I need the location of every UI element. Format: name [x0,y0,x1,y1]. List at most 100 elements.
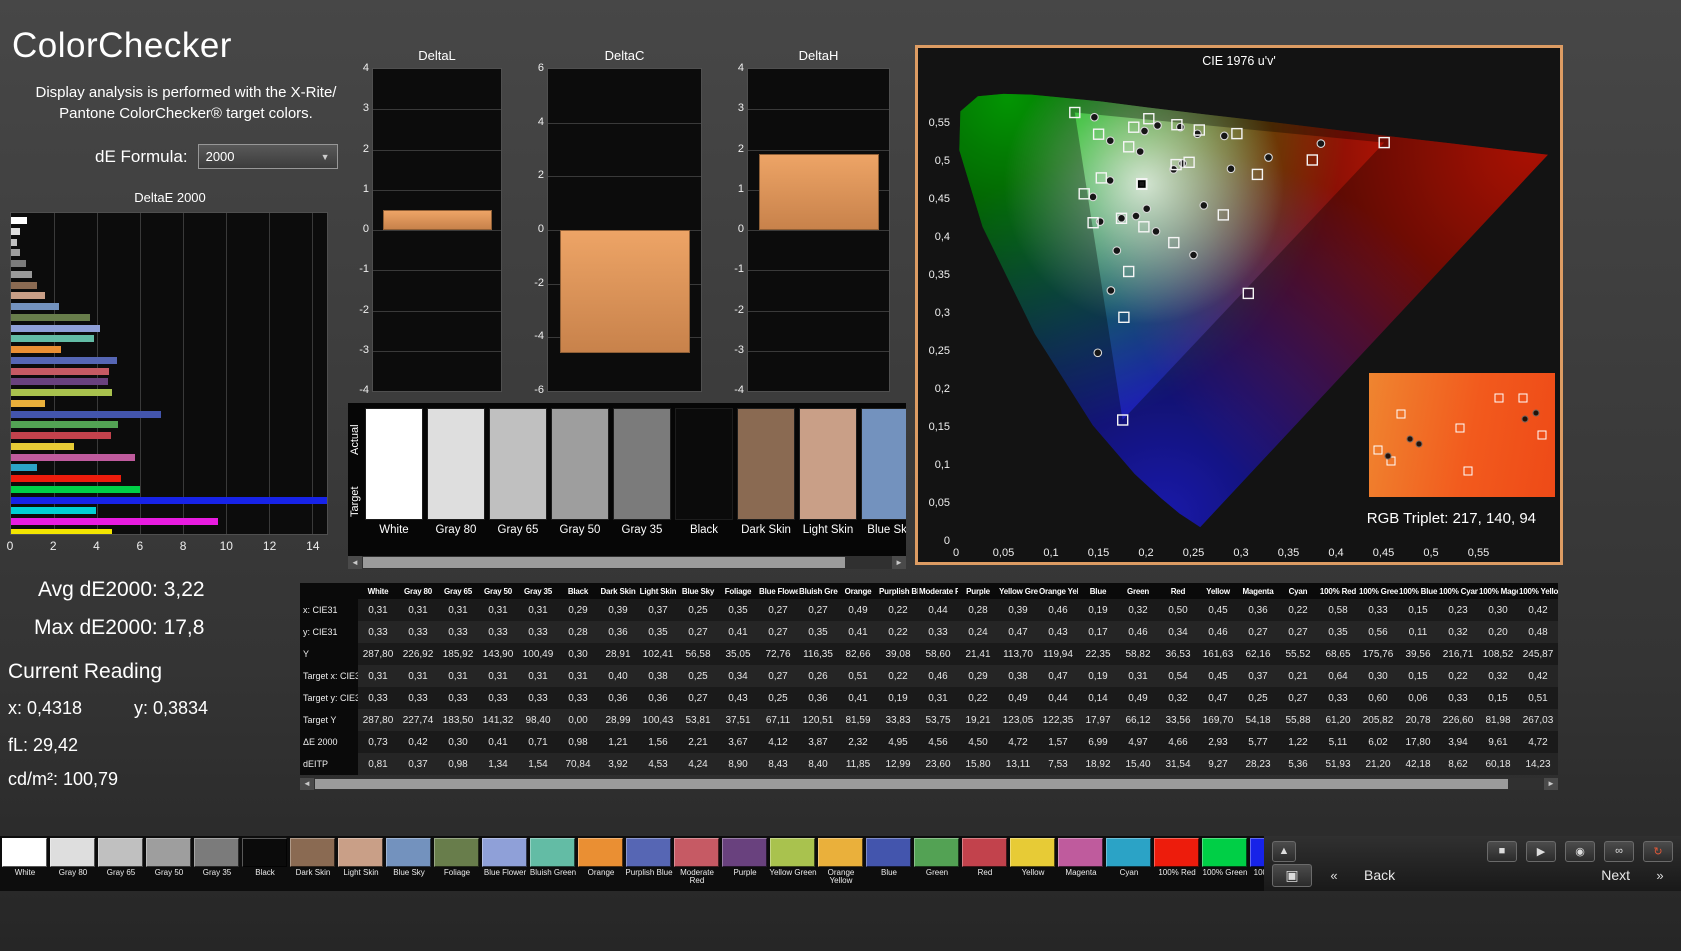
x-tick-label: 0,15 [1088,547,1109,559]
table-cell: 0,33 [1318,687,1358,709]
table-cell: 1,34 [478,753,518,775]
table-cell: 0,45 [1198,599,1238,621]
table-cell: 54,18 [1238,709,1278,731]
table-cell: 0,27 [678,621,718,643]
deltae2000-chart: DeltaE 2000 0 2 4 6 8 10 12 14 [7,190,332,570]
table-cell: 0,24 [958,621,998,643]
gridline [748,270,889,272]
next-chevrons-button[interactable]: » [1647,865,1673,886]
scrollbar-track[interactable] [362,556,892,569]
patch-button-cyan[interactable]: Cyan [1105,837,1153,886]
scroll-right-icon[interactable]: ► [892,556,906,569]
patch-button-100-red[interactable]: 100% Red [1153,837,1201,886]
patch-button-green[interactable]: Green [913,837,961,886]
patch-button-gray-50[interactable]: Gray 50 [145,837,193,886]
play-icon: ▶ [1536,845,1546,858]
next-button[interactable]: Next [1593,867,1638,883]
table-cell: 6,99 [1078,731,1118,753]
x-tick-label: 0,05 [993,547,1014,559]
column-header-orange: Orange [838,583,878,599]
patch-button-red[interactable]: Red [961,837,1009,886]
de-bar-light-skin [11,292,45,300]
table-cell: 4,24 [678,753,718,775]
back-button[interactable]: Back [1356,867,1403,883]
table-cell: 0,31 [438,665,478,687]
patch-button-black[interactable]: Black [241,837,289,886]
refresh-button[interactable]: ↻ [1643,840,1673,862]
eject-button[interactable]: ▲ [1272,840,1296,862]
patch-button-light-skin[interactable]: Light Skin [337,837,385,886]
patch-button-gray-35[interactable]: Gray 35 [193,837,241,886]
patch-button-blue[interactable]: Blue [865,837,913,886]
patch-button-magenta[interactable]: Magenta [1057,837,1105,886]
patch-label: Green [925,869,949,877]
display-button[interactable]: ▣ [1272,863,1312,887]
table-cell: 0,31 [518,665,558,687]
table-cell: 0,27 [798,599,838,621]
patch-button-blue-sky[interactable]: Blue Sky [385,837,433,886]
table-cell: 3,87 [798,731,838,753]
swatch-color [799,408,857,520]
gridline [748,149,889,151]
play-button[interactable]: ▶ [1526,840,1556,862]
table-cell: 0,31 [558,665,598,687]
patch-button-100-green[interactable]: 100% Green [1201,837,1249,886]
table-cell: 0,42 [1518,665,1558,687]
patch-button-white[interactable]: White [1,837,49,886]
patch-button-gray-65[interactable]: Gray 65 [97,837,145,886]
patch-button-orange-yellow[interactable]: Orange Yellow [817,837,865,886]
strip-scrollbar[interactable]: ◄ ► [348,556,906,569]
table-cell: 0,29 [958,665,998,687]
de-formula-dropdown[interactable]: 2000 ▼ [197,144,338,169]
patch-button-purplish-blue[interactable]: Purplish Blue [625,837,673,886]
scroll-left-icon[interactable]: ◄ [300,778,314,790]
record-button[interactable]: ◉ [1565,840,1595,862]
patch-color [2,838,47,867]
patch-button-foliage[interactable]: Foliage [433,837,481,886]
patch-label: Gray 80 [58,869,88,877]
patch-button-yellow-green[interactable]: Yellow Green [769,837,817,886]
patch-button-moderate-red[interactable]: Moderate Red [673,837,721,886]
y-tick-label: -4 [734,384,744,396]
patch-button-orange[interactable]: Orange [577,837,625,886]
measured-point-bluish-green [1105,176,1115,185]
table-cell: 4,53 [638,753,678,775]
table-cell: 0,31 [478,665,518,687]
table-cell: 100,49 [518,643,558,665]
measurement-table: White Gray 80 Gray 65 Gray 50 Gray 35 Black Da… [300,583,1558,775]
table-cell: 0,37 [1238,665,1278,687]
scrollbar-thumb[interactable] [363,557,846,568]
de-bar-bluish-green [11,335,95,343]
stop-button[interactable]: ■ [1487,840,1517,862]
table-scrollbar[interactable]: ◄ ► [300,778,1558,790]
table-cell: 0,44 [918,599,958,621]
patch-button-purple[interactable]: Purple [721,837,769,886]
back-chevrons-button[interactable]: « [1321,865,1347,886]
de-bar-orange [11,346,61,353]
target-point [1373,445,1383,455]
table-cell: 0,33 [1438,687,1478,709]
scrollbar-thumb[interactable] [315,779,1509,789]
patch-button-gray-80[interactable]: Gray 80 [49,837,97,886]
scroll-left-icon[interactable]: ◄ [348,556,362,569]
column-header-100-green: 100% Green [1358,583,1398,599]
patch-button-blue-flower[interactable]: Blue Flower [481,837,529,886]
table-cell: 0,39 [998,599,1038,621]
table-cell: 0,33 [358,687,398,709]
scrollbar-track[interactable] [314,778,1544,790]
table-row-target-y-cie31: Target y: CIE310,330,330,330,330,330,330… [300,687,1558,709]
continuous-measure-button[interactable]: ∞ [1604,840,1634,862]
target-point [1455,423,1465,433]
table-cell: 0,43 [718,687,758,709]
table-cell: 0,47 [998,621,1038,643]
y-tick-label: -1 [734,263,744,276]
patch-button-bluish-green[interactable]: Bluish Green [529,837,577,886]
patch-button-dark-skin[interactable]: Dark Skin [289,837,337,886]
table-cell: 0,39 [598,599,638,621]
table-cell: 8,43 [758,753,798,775]
patch-color [818,838,863,867]
scroll-right-icon[interactable]: ► [1544,778,1558,790]
y-tick-label: -3 [359,343,369,356]
table-cell: 0,36 [598,687,638,709]
patch-button-yellow[interactable]: Yellow [1009,837,1057,886]
